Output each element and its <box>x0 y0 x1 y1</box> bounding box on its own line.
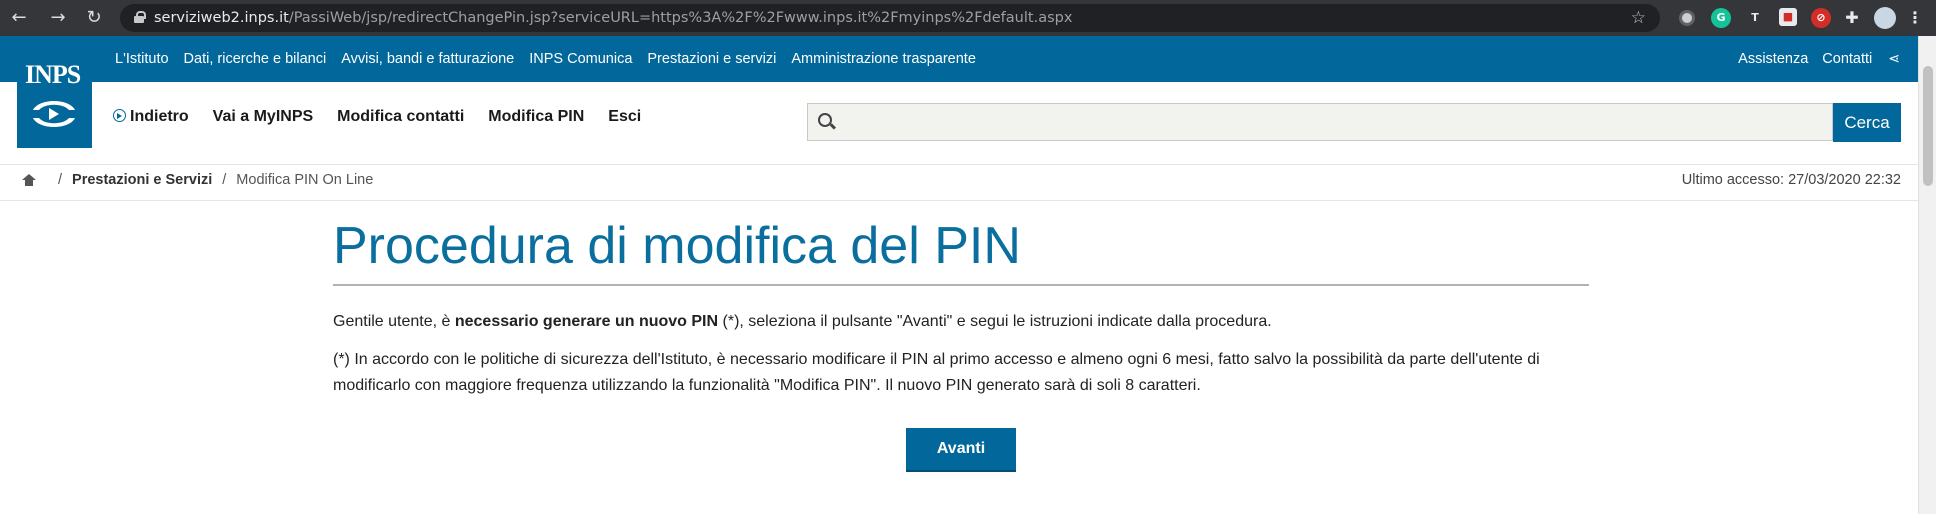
esci-link[interactable]: Esci <box>608 108 641 126</box>
back-link[interactable]: Indietro <box>113 108 189 126</box>
address-bar[interactable]: serviziweb2.inps.it/PassiWeb/jsp/redirec… <box>120 4 1660 32</box>
contatti-link[interactable]: Contatti <box>1822 51 1872 67</box>
reload-icon[interactable]: ↻ <box>83 7 105 29</box>
topnav-dati[interactable]: Dati, ricerche e bilanci <box>184 51 327 67</box>
divider <box>0 164 1918 165</box>
breadcrumb: / Prestazioni e Servizi / Modifica PIN O… <box>22 172 373 188</box>
intro-text-a: Gentile utente, è <box>333 313 455 330</box>
ublock-icon[interactable]: ⊘ <box>1811 8 1831 28</box>
translate-icon[interactable]: T <box>1745 8 1765 28</box>
puzzle-icon[interactable]: ✚ <box>1842 8 1862 28</box>
intro-paragraph: Gentile utente, è necessario generare un… <box>333 312 1593 332</box>
extension-icon[interactable] <box>1679 10 1695 26</box>
last-access-text: Ultimo accesso: 27/03/2020 22:32 <box>1681 172 1901 188</box>
menu-icon[interactable]: ⋮ <box>1905 8 1925 28</box>
inps-logo[interactable]: INPS <box>17 36 92 148</box>
star-icon[interactable]: ☆ <box>1631 8 1646 28</box>
top-navigation: L'Istituto Dati, ricerche e bilanci Avvi… <box>115 36 991 82</box>
search-icon <box>818 113 832 127</box>
page-title: Procedura di modifica del PIN <box>333 217 1021 275</box>
scrollbar[interactable] <box>1918 36 1936 514</box>
search-button[interactable]: Cerca <box>1833 103 1901 142</box>
avanti-button[interactable]: Avanti <box>906 428 1016 472</box>
breadcrumb-prestazioni[interactable]: Prestazioni e Servizi <box>72 172 212 188</box>
scrollbar-thumb[interactable] <box>1923 66 1933 186</box>
topnav-comunica[interactable]: INPS Comunica <box>529 51 632 67</box>
grammarly-icon[interactable]: G <box>1711 8 1731 28</box>
topnav-amministrazione[interactable]: Amministrazione trasparente <box>791 51 976 67</box>
breadcrumb-separator: / <box>58 172 63 188</box>
topnav-avvisi[interactable]: Avvisi, bandi e fatturazione <box>341 51 514 67</box>
home-icon[interactable] <box>22 174 36 186</box>
back-arrow-icon <box>113 109 126 122</box>
intro-text-b: (*), seleziona il pulsante "Avanti" e se… <box>718 313 1272 330</box>
browser-toolbar: ← → ↻ serviziweb2.inps.it/PassiWeb/jsp/r… <box>0 0 1936 36</box>
lastpass-icon[interactable]: ■ <box>1779 8 1797 26</box>
myinps-link[interactable]: Vai a MyINPS <box>213 108 314 126</box>
breadcrumb-current: Modifica PIN On Line <box>236 172 374 188</box>
url-text[interactable]: serviziweb2.inps.it/PassiWeb/jsp/redirec… <box>154 10 1072 26</box>
modifica-pin-link[interactable]: Modifica PIN <box>488 108 584 126</box>
back-icon[interactable]: ← <box>8 7 30 29</box>
logo-swirl-icon <box>33 101 75 127</box>
modifica-contatti-link[interactable]: Modifica contatti <box>337 108 464 126</box>
user-navigation: Indietro Vai a MyINPS Modifica contatti … <box>113 108 665 126</box>
assistenza-link[interactable]: Assistenza <box>1738 51 1808 67</box>
note-paragraph: (*) In accordo con le politiche di sicur… <box>333 351 1540 394</box>
title-underline <box>333 284 1589 286</box>
share-icon[interactable]: ⋖ <box>1888 51 1900 67</box>
forward-icon[interactable]: → <box>47 7 69 29</box>
divider <box>0 200 1918 201</box>
profile-avatar[interactable] <box>1874 7 1896 29</box>
lock-icon[interactable] <box>134 11 146 23</box>
search-input[interactable] <box>807 103 1833 141</box>
topnav-istituto[interactable]: L'Istituto <box>115 51 169 67</box>
top-links: Assistenza Contatti ⋖ <box>1724 36 1900 82</box>
back-label: Indietro <box>130 108 189 125</box>
topnav-prestazioni[interactable]: Prestazioni e servizi <box>647 51 776 67</box>
breadcrumb-separator: / <box>222 172 227 188</box>
intro-bold: necessario generare un nuovo PIN <box>454 313 719 330</box>
